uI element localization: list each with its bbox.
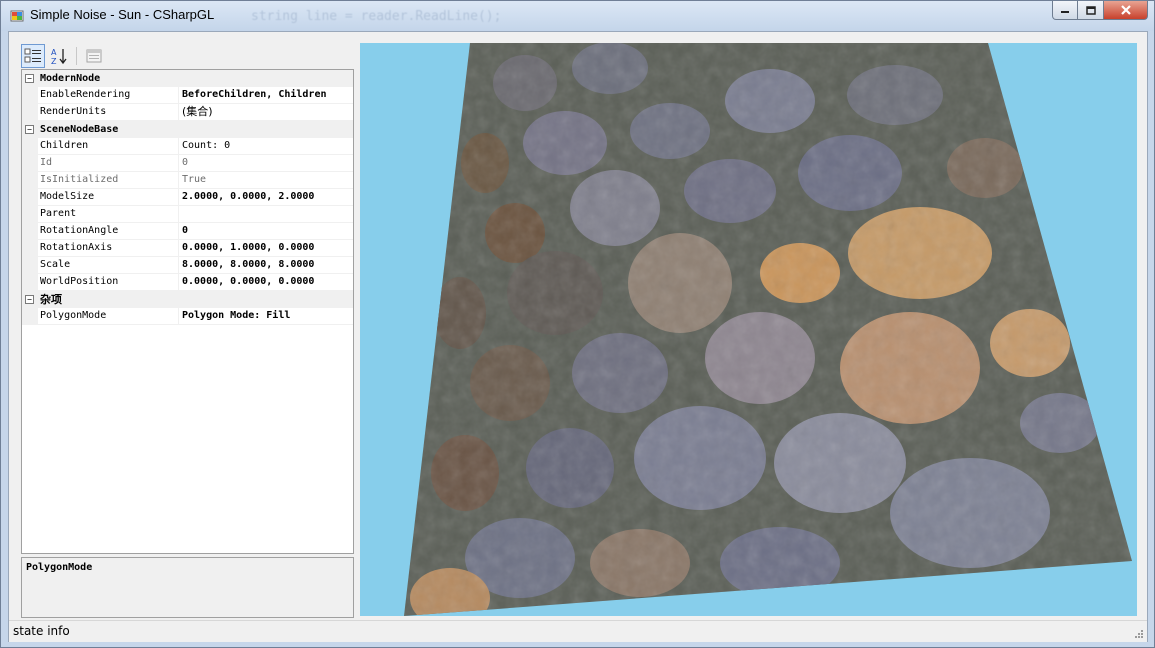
property-row-parent[interactable]: Parent	[22, 206, 353, 223]
maximize-button[interactable]	[1078, 1, 1104, 20]
property-name: Scale	[38, 257, 179, 274]
property-grid[interactable]: − ModernNode EnableRendering BeforeChild…	[21, 69, 354, 554]
svg-text:A: A	[51, 48, 57, 57]
category-label: SceneNodeBase	[40, 124, 119, 135]
alphabetical-icon: A Z	[51, 48, 67, 65]
property-value[interactable]: 0	[179, 223, 353, 240]
property-name: WorldPosition	[38, 274, 179, 291]
property-row-modelsize[interactable]: ModelSize 2.0000, 0.0000, 2.0000	[22, 189, 353, 206]
collapse-icon[interactable]: −	[25, 74, 34, 83]
property-name: RotationAxis	[38, 240, 179, 257]
status-bar: state info	[9, 620, 1147, 642]
property-name: EnableRendering	[38, 87, 179, 104]
status-text: state info	[13, 624, 70, 638]
property-grid-toolbar: A Z	[21, 43, 106, 69]
collapse-icon[interactable]: −	[25, 295, 34, 304]
property-value[interactable]: 0	[179, 155, 353, 172]
property-row-scale[interactable]: Scale 8.0000, 8.0000, 8.0000	[22, 257, 353, 274]
toolbar-separator	[76, 47, 77, 65]
description-title: PolygonMode	[26, 562, 93, 573]
property-value[interactable]: BeforeChildren, Children	[179, 87, 353, 104]
app-icon	[10, 10, 24, 22]
category-scenenodebase[interactable]: − SceneNodeBase	[22, 121, 353, 138]
svg-text:Z: Z	[51, 57, 57, 65]
property-row-rotationaxis[interactable]: RotationAxis 0.0000, 1.0000, 0.0000	[22, 240, 353, 257]
categorized-icon	[24, 48, 41, 63]
property-name: RenderUnits	[38, 104, 179, 121]
property-name: Parent	[38, 206, 179, 223]
caption-buttons	[1052, 1, 1148, 21]
gl-viewport[interactable]	[360, 43, 1137, 616]
close-button[interactable]	[1104, 1, 1148, 20]
property-value[interactable]: 8.0000, 8.0000, 8.0000	[179, 257, 353, 274]
minimize-icon	[1061, 11, 1069, 13]
window-title: Simple Noise - Sun - CSharpGL	[30, 7, 215, 22]
minimize-button[interactable]	[1052, 1, 1078, 20]
property-value[interactable]: (集合)	[179, 104, 353, 121]
category-modernnode[interactable]: − ModernNode	[22, 70, 353, 87]
background-ghost-text: string line = reader.ReadLine();	[251, 9, 502, 24]
property-row-id[interactable]: Id 0	[22, 155, 353, 172]
collapse-icon[interactable]: −	[25, 125, 34, 134]
property-name: PolygonMode	[38, 308, 179, 325]
property-pages-icon	[86, 49, 102, 63]
property-value[interactable]: True	[179, 172, 353, 189]
client-area: A Z − ModernNode EnableRendering BeforeC…	[8, 31, 1148, 642]
property-value[interactable]: Polygon Mode: Fill	[179, 308, 353, 325]
property-value[interactable]: 2.0000, 0.0000, 2.0000	[179, 189, 353, 206]
category-label: ModernNode	[40, 73, 101, 84]
title-bar[interactable]: Simple Noise - Sun - CSharpGL string lin…	[1, 1, 1154, 31]
property-value[interactable]: 0.0000, 1.0000, 0.0000	[179, 240, 353, 257]
property-name: IsInitialized	[38, 172, 179, 189]
property-description-panel: PolygonMode	[21, 557, 354, 618]
property-value[interactable]: Count: 0	[179, 138, 353, 155]
ground-plane-render	[404, 43, 1132, 616]
property-name: Id	[38, 155, 179, 172]
property-row-renderunits[interactable]: RenderUnits (集合)	[22, 104, 353, 121]
property-value[interactable]: 0.0000, 0.0000, 0.0000	[179, 274, 353, 291]
property-row-polygonmode[interactable]: PolygonMode Polygon Mode: Fill	[22, 308, 353, 325]
alphabetical-button[interactable]: A Z	[47, 44, 71, 68]
category-label: 杂项	[40, 293, 62, 306]
property-name: RotationAngle	[38, 223, 179, 240]
property-value[interactable]	[179, 206, 353, 223]
close-icon	[1120, 5, 1131, 15]
property-row-rotationangle[interactable]: RotationAngle 0	[22, 223, 353, 240]
property-row-enablerendering[interactable]: EnableRendering BeforeChildren, Children	[22, 87, 353, 104]
property-name: Children	[38, 138, 179, 155]
category-misc[interactable]: − 杂项	[22, 291, 353, 308]
resize-grip-icon[interactable]	[1134, 629, 1144, 639]
categorized-button[interactable]	[21, 44, 45, 68]
property-row-children[interactable]: Children Count: 0	[22, 138, 353, 155]
property-name: ModelSize	[38, 189, 179, 206]
main-window: Simple Noise - Sun - CSharpGL string lin…	[0, 0, 1155, 648]
ground-texture-noise	[404, 43, 1132, 616]
property-row-worldposition[interactable]: WorldPosition 0.0000, 0.0000, 0.0000	[22, 274, 353, 291]
maximize-icon	[1085, 5, 1096, 15]
property-row-isinitialized[interactable]: IsInitialized True	[22, 172, 353, 189]
property-pages-button[interactable]	[82, 44, 106, 68]
